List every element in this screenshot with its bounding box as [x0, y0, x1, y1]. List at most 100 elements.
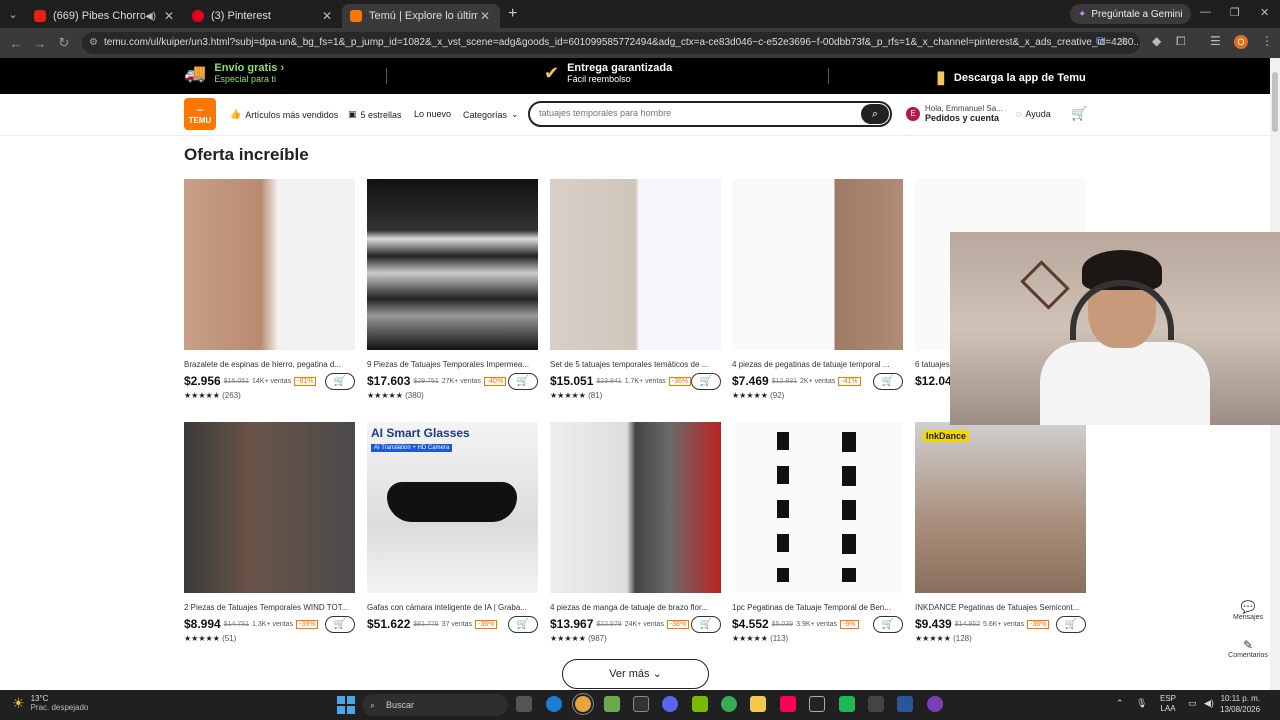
- obs-icon[interactable]: [927, 696, 943, 712]
- product-card[interactable]: InkDance INKDANCE Pegatinas de Tatuajes S…: [915, 422, 1086, 643]
- app-icon[interactable]: [633, 696, 649, 712]
- add-to-cart-button[interactable]: 🛒: [873, 372, 903, 390]
- reload-icon[interactable]: ↻: [52, 35, 76, 51]
- comments-button[interactable]: ✎ Comentarios: [1228, 638, 1268, 659]
- cart-icon[interactable]: 🛒: [1071, 106, 1087, 122]
- extensions-puzzle-icon[interactable]: ⧠: [1176, 34, 1186, 49]
- product-image[interactable]: [550, 179, 721, 350]
- back-icon[interactable]: ←: [4, 36, 28, 51]
- capcut-icon[interactable]: [809, 696, 825, 712]
- minimize-icon[interactable]: —: [1200, 6, 1211, 18]
- product-image[interactable]: [184, 422, 355, 593]
- tab-temu[interactable]: Temú | Explore lo último en rop... ✕: [342, 4, 500, 28]
- folder-icon[interactable]: [750, 696, 766, 712]
- tiktok-icon[interactable]: [780, 696, 796, 712]
- site-info-icon[interactable]: ⚙: [89, 32, 98, 54]
- product-name[interactable]: 2 Piezas de Tatuajes Temporales WIND TOT…: [184, 603, 355, 612]
- forward-icon[interactable]: →: [28, 36, 52, 51]
- vscode-icon[interactable]: [897, 696, 913, 712]
- product-name[interactable]: INKDANCE Pegatinas de Tatuajes Semicont.…: [915, 603, 1086, 612]
- nav-best-sellers[interactable]: 👍 Artículos más vendidos: [230, 109, 338, 120]
- search-button[interactable]: ⌕: [861, 104, 889, 124]
- add-to-cart-button[interactable]: 🛒: [508, 372, 538, 390]
- translate-icon[interactable]: ⧉: [1096, 34, 1105, 49]
- temu-logo[interactable]: ▪▪▪ TEMU: [184, 98, 216, 130]
- browser-menu-icon[interactable]: ⋮: [1261, 34, 1273, 48]
- url-field[interactable]: ⚙ temu.com/ul/kuiper/un3.html?subj=dpa-u…: [82, 32, 1140, 54]
- speaker-icon[interactable]: ◀): [145, 11, 156, 22]
- tab-youtube[interactable]: (669) Pibes Chorros - Empa... ◀) ✕: [26, 4, 184, 28]
- close-tab-icon[interactable]: ✕: [478, 9, 492, 23]
- add-to-cart-button[interactable]: 🛒: [508, 615, 538, 633]
- microphone-icon[interactable]: 🎙: [1136, 698, 1147, 709]
- restore-icon[interactable]: ❐: [1230, 6, 1240, 19]
- extension-icon[interactable]: ◆: [1152, 34, 1161, 48]
- close-window-icon[interactable]: ✕: [1260, 6, 1269, 19]
- network-icon[interactable]: ▭: [1188, 698, 1197, 709]
- play-icon[interactable]: [839, 696, 855, 712]
- product-image[interactable]: AI Smart Glasses AI Translation + HD Came…: [367, 422, 538, 593]
- file-explorer-icon[interactable]: [516, 696, 532, 712]
- product-card[interactable]: AI Smart Glasses AI Translation + HD Came…: [367, 422, 538, 633]
- product-name[interactable]: Gafas con cámara inteligente de IA | Gra…: [367, 603, 538, 612]
- edge-icon[interactable]: [546, 696, 562, 712]
- product-name[interactable]: 4 piezas de manga de tatuaje de brazo fl…: [550, 603, 721, 612]
- product-image[interactable]: [732, 179, 903, 350]
- add-to-cart-button[interactable]: 🛒: [325, 615, 355, 633]
- tab-search-icon[interactable]: ⌄: [0, 0, 26, 28]
- add-to-cart-button[interactable]: 🛒: [691, 372, 721, 390]
- see-more-button[interactable]: Ver más ⌄: [562, 659, 709, 689]
- language-indicator[interactable]: ESP LAA: [1160, 694, 1176, 714]
- app-icon[interactable]: [604, 696, 620, 712]
- help-button[interactable]: ◌ Ayuda: [1016, 109, 1051, 119]
- product-card[interactable]: 2 Piezas de Tatuajes Temporales WIND TOT…: [184, 422, 355, 643]
- messages-button[interactable]: 💬 Mensajes: [1228, 600, 1268, 621]
- add-to-cart-button[interactable]: 🛒: [325, 372, 355, 390]
- product-name[interactable]: 4 piezas de pegatinas de tatuaje tempora…: [732, 360, 903, 369]
- add-to-cart-button[interactable]: 🛒: [691, 615, 721, 633]
- reading-list-icon[interactable]: ☰: [1210, 34, 1221, 48]
- nav-categories[interactable]: Categorías ⌄: [463, 109, 519, 120]
- product-name[interactable]: 1pc Pegatinas de Tatuaje Temporal de Ben…: [732, 603, 903, 612]
- clock[interactable]: 10:11 p. m. 13/08/2026: [1220, 693, 1260, 715]
- product-image[interactable]: InkDance: [915, 422, 1086, 593]
- scrollbar-thumb[interactable]: [1272, 72, 1278, 132]
- taskbar-search[interactable]: ⌕ Buscar: [362, 694, 508, 716]
- bookmark-star-icon[interactable]: ☆: [1118, 34, 1129, 48]
- account-menu[interactable]: E Hola, Emmanuel Sa... Pedidos y cuenta: [906, 104, 1003, 123]
- weather-widget[interactable]: ☀ 13°C Prac. despejado: [12, 694, 88, 712]
- product-card[interactable]: Set de 5 tatuajes temporales temáticos d…: [550, 179, 721, 400]
- profile-avatar[interactable]: O: [1234, 35, 1248, 49]
- product-image[interactable]: [732, 422, 903, 593]
- new-tab-button[interactable]: +: [508, 5, 517, 23]
- free-shipping-promo[interactable]: 🚚 Envío gratis › Especial para ti: [184, 62, 284, 84]
- add-to-cart-button[interactable]: 🛒: [1056, 615, 1086, 633]
- chevron-up-icon[interactable]: ⌃: [1116, 698, 1124, 709]
- product-image[interactable]: [367, 179, 538, 350]
- start-button[interactable]: [337, 696, 355, 714]
- product-card[interactable]: 9 Piezas de Tatuajes Temporales Impermea…: [367, 179, 538, 400]
- chrome-alt-icon[interactable]: [721, 696, 737, 712]
- audio-icon[interactable]: [868, 696, 884, 712]
- nav-five-stars[interactable]: ▣ 5 estrellas: [348, 109, 402, 120]
- product-card[interactable]: 4 piezas de manga de tatuaje de brazo fl…: [550, 422, 721, 643]
- product-card[interactable]: 4 piezas de pegatinas de tatuaje tempora…: [732, 179, 903, 400]
- product-image[interactable]: [184, 179, 355, 350]
- product-name[interactable]: Set de 5 tatuajes temporales temáticos d…: [550, 360, 721, 369]
- guaranteed-delivery-promo[interactable]: ✔ Entrega garantizada Fácil reembolso: [544, 62, 672, 84]
- nvidia-icon[interactable]: [692, 696, 708, 712]
- product-name[interactable]: 9 Piezas de Tatuajes Temporales Impermea…: [367, 360, 538, 369]
- volume-icon[interactable]: ◀): [1204, 698, 1214, 709]
- product-card[interactable]: 1pc Pegatinas de Tatuaje Temporal de Ben…: [732, 422, 903, 643]
- download-app-promo[interactable]: ▮ Descarga la app de Temu: [936, 67, 1086, 88]
- chrome-icon[interactable]: [575, 696, 591, 712]
- close-tab-icon[interactable]: ✕: [320, 9, 334, 23]
- product-card[interactable]: Brazalete de espinas de hierro, pegatina…: [184, 179, 355, 400]
- search-input[interactable]: [539, 108, 839, 118]
- tab-pinterest[interactable]: (3) Pinterest ✕: [184, 4, 342, 28]
- discord-icon[interactable]: [662, 696, 678, 712]
- nav-new[interactable]: Lo nuevo: [414, 109, 451, 119]
- gemini-button[interactable]: ✦ Pregúntale a Gemini: [1070, 4, 1191, 24]
- product-name[interactable]: Brazalete de espinas de hierro, pegatina…: [184, 360, 355, 369]
- close-tab-icon[interactable]: ✕: [162, 9, 176, 23]
